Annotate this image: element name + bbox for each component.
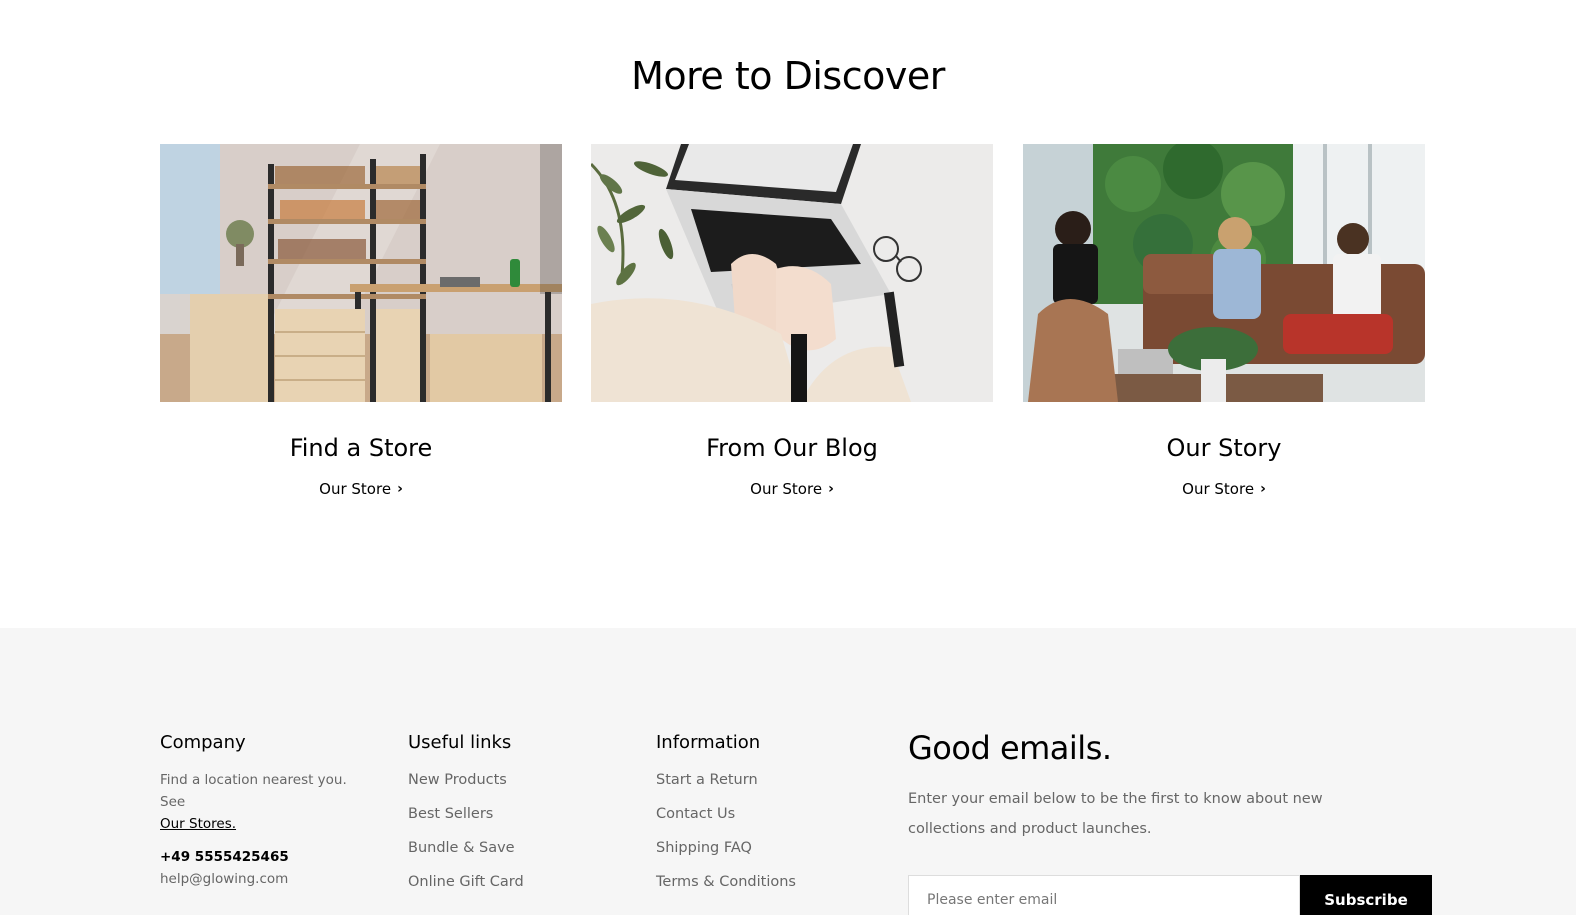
section-title: More to Discover (631, 54, 945, 98)
subscribe-button[interactable]: Subscribe (1300, 875, 1432, 915)
laptop-typing-image[interactable] (591, 144, 993, 402)
link-online-gift-card[interactable]: Online Gift Card (408, 873, 524, 907)
discover-card-blog: From Our Blog Our Store › (591, 144, 993, 498)
card-link-label: Our Store (750, 480, 823, 498)
our-store-link[interactable]: Our Store › (591, 480, 993, 498)
team-meeting-image[interactable] (1023, 144, 1425, 402)
footer-company-column: Company Find a location nearest you. See… (160, 731, 370, 887)
footer-useful-links-column: Useful links New Products Best Sellers B… (408, 731, 524, 907)
discover-card-story: Our Story Our Store › (1023, 144, 1425, 498)
information-links-list: Start a Return Contact Us Shipping FAQ T… (656, 771, 796, 907)
card-title: From Our Blog (706, 434, 878, 462)
company-description: Find a location nearest you. See Our Sto… (160, 769, 370, 835)
card-link-label: Our Store (319, 480, 392, 498)
useful-links-heading: Useful links (408, 732, 512, 753)
store-shelves-image[interactable] (160, 144, 562, 402)
information-heading: Information (656, 732, 761, 753)
more-to-discover-section: More to Discover Find a Store Our Store … (0, 0, 1576, 628)
useful-links-list: New Products Best Sellers Bundle & Save … (408, 771, 524, 907)
link-contact-us[interactable]: Contact Us (656, 805, 796, 839)
our-store-link[interactable]: Our Store › (160, 480, 562, 498)
email-input[interactable] (908, 875, 1300, 915)
company-heading: Company (160, 732, 246, 753)
link-new-products[interactable]: New Products (408, 771, 524, 805)
discover-card-store: Find a Store Our Store › (160, 144, 562, 498)
link-shipping-faq[interactable]: Shipping FAQ (656, 839, 796, 873)
newsletter-block: Good emails. Enter your email below to b… (908, 728, 1432, 915)
card-title: Find a Store (289, 434, 433, 462)
newsletter-form: Subscribe (908, 875, 1432, 915)
our-store-link[interactable]: Our Store › (1023, 480, 1425, 498)
phone-number: +49 5555425465 (160, 849, 289, 865)
our-stores-link[interactable]: Our Stores. (160, 816, 236, 832)
newsletter-title: Good emails. (908, 729, 1112, 767)
site-footer: Company Find a location nearest you. See… (0, 628, 1576, 915)
link-start-return[interactable]: Start a Return (656, 771, 796, 805)
card-title: Our Story (1166, 434, 1282, 462)
email-address[interactable]: help@glowing.com (160, 871, 370, 887)
chevron-right-icon: › (1260, 481, 1266, 497)
link-best-sellers[interactable]: Best Sellers (408, 805, 524, 839)
link-bundle-save[interactable]: Bundle & Save (408, 839, 524, 873)
chevron-right-icon: › (828, 481, 834, 497)
card-link-label: Our Store (1182, 480, 1255, 498)
chevron-right-icon: › (397, 481, 403, 497)
company-text: Find a location nearest you. See (160, 772, 347, 810)
link-terms-conditions[interactable]: Terms & Conditions (656, 873, 796, 907)
newsletter-description: Enter your email below to be the first t… (908, 791, 1323, 837)
footer-information-column: Information Start a Return Contact Us Sh… (656, 731, 796, 907)
